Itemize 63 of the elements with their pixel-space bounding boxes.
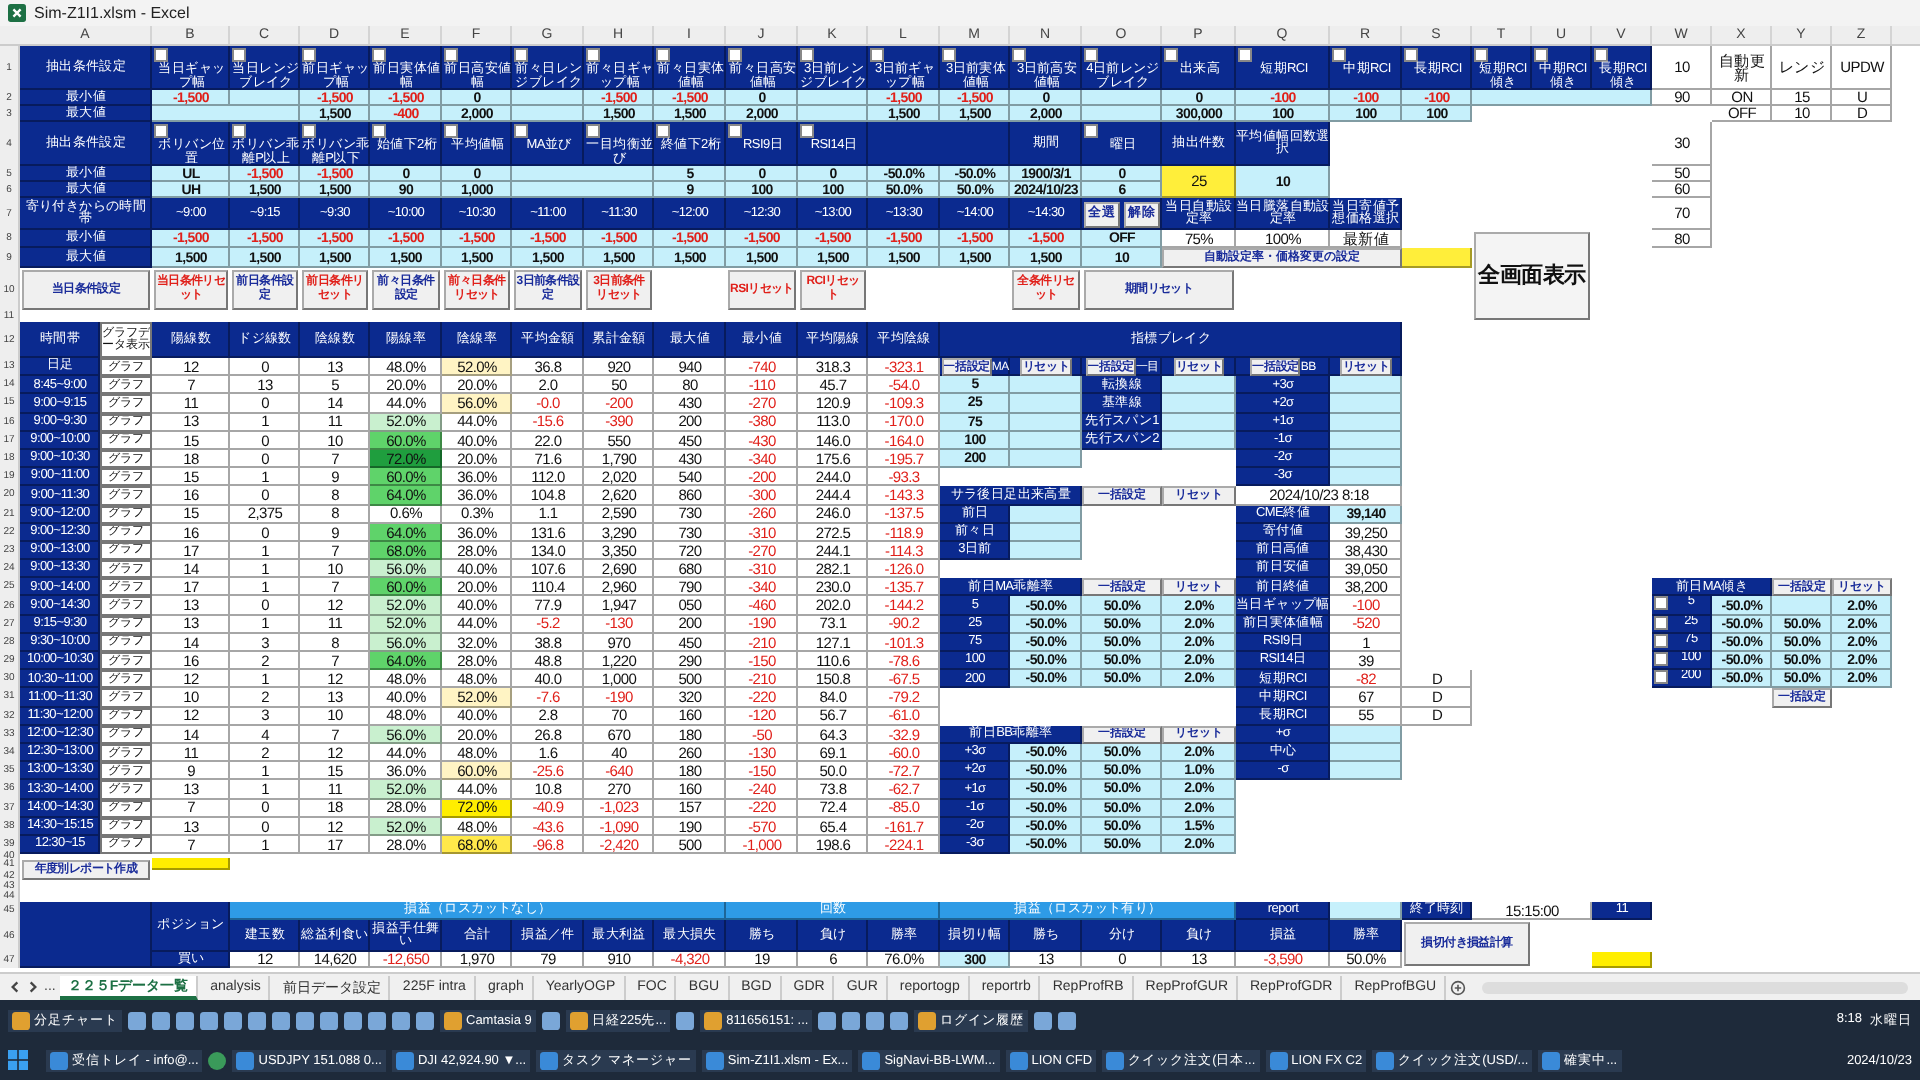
input-cell — [1010, 394, 1082, 414]
window-title: Sim-Z1I1.xlsm - Excel — [34, 4, 190, 22]
checkbox[interactable] — [154, 124, 168, 138]
input-cell — [1330, 394, 1402, 414]
checkbox[interactable] — [1084, 124, 1098, 138]
checkbox[interactable] — [514, 124, 528, 138]
checkbox[interactable] — [302, 48, 316, 62]
checkbox[interactable] — [1654, 652, 1668, 666]
checkbox[interactable] — [1012, 48, 1026, 62]
app-icon — [1009, 1051, 1028, 1069]
app-icon — [705, 1051, 724, 1069]
checkbox[interactable] — [154, 48, 168, 62]
checkbox[interactable] — [1594, 48, 1608, 62]
checkbox[interactable] — [1534, 48, 1548, 62]
checkbox[interactable] — [1654, 670, 1668, 685]
app-icon — [395, 1051, 414, 1069]
input-cell — [1010, 376, 1082, 395]
checkbox[interactable] — [372, 48, 386, 62]
input-cell — [1162, 394, 1236, 414]
checkbox[interactable] — [800, 124, 814, 138]
windows-start-icon[interactable] — [8, 1050, 28, 1070]
app-icon — [50, 1051, 68, 1069]
checkbox[interactable] — [1164, 48, 1178, 62]
add-sheet-icon[interactable] — [1450, 979, 1467, 995]
input-cell — [1330, 468, 1402, 487]
checkbox[interactable] — [656, 48, 670, 62]
checkbox[interactable] — [302, 124, 316, 138]
checkbox[interactable] — [514, 48, 528, 62]
app-icon — [1269, 1051, 1288, 1069]
app-icon — [1376, 1051, 1395, 1069]
checkbox[interactable] — [1238, 48, 1252, 62]
checkbox[interactable] — [444, 48, 458, 62]
checkbox[interactable] — [1332, 48, 1346, 62]
header-cell — [20, 902, 152, 969]
checkbox[interactable] — [656, 124, 670, 138]
input-cell — [1162, 376, 1236, 395]
app-icon — [540, 1051, 559, 1069]
previous-sheet-icon[interactable] — [8, 980, 22, 994]
checkbox[interactable] — [942, 48, 956, 62]
macro-button[interactable]: 全画面表示 — [1474, 232, 1590, 320]
checkbox[interactable] — [1474, 48, 1488, 62]
checkbox[interactable] — [728, 124, 742, 138]
checkbox[interactable] — [232, 48, 246, 62]
checkbox[interactable] — [232, 124, 246, 138]
input-cell — [1330, 902, 1402, 921]
input-cell — [1330, 762, 1402, 781]
checkbox[interactable] — [586, 48, 600, 62]
checkbox[interactable] — [372, 124, 386, 138]
checkbox[interactable] — [444, 124, 458, 138]
input-cell — [1330, 376, 1402, 395]
checkbox[interactable] — [1084, 48, 1098, 62]
next-sheet-icon[interactable] — [26, 980, 40, 994]
checkbox[interactable] — [870, 48, 884, 62]
app-icon — [1542, 1051, 1561, 1069]
checkbox[interactable] — [1654, 596, 1668, 611]
checkbox[interactable] — [728, 48, 742, 62]
app-icon — [1106, 1051, 1125, 1069]
checkbox[interactable] — [586, 124, 600, 138]
checkbox[interactable] — [800, 48, 814, 62]
app-icon — [12, 1011, 30, 1029]
checkbox[interactable] — [1404, 48, 1418, 62]
app-icon — [862, 1051, 881, 1069]
input-cell — [1772, 596, 1832, 616]
